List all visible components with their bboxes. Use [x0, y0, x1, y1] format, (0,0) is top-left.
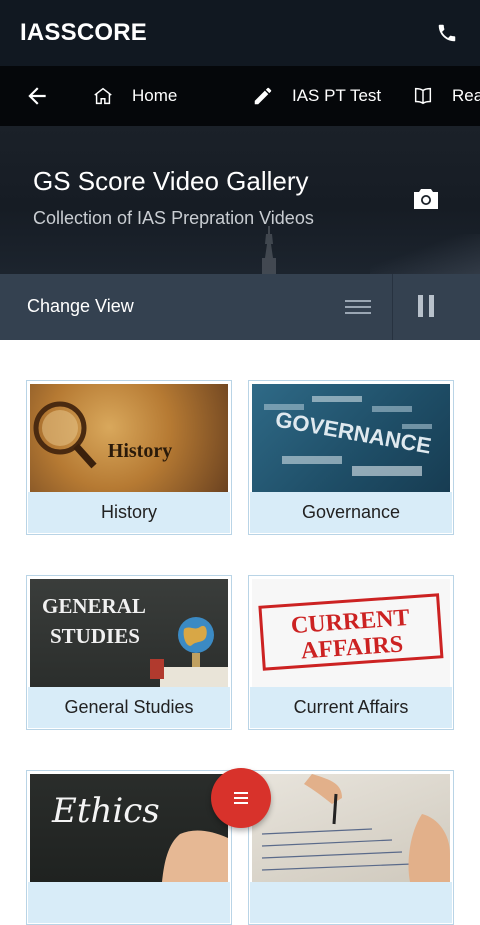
thumb-text: History	[108, 440, 172, 462]
menu-fab-button[interactable]	[211, 768, 271, 828]
card-thumbnail	[252, 774, 450, 882]
divider	[392, 274, 393, 340]
category-card-writing[interactable]	[248, 770, 454, 925]
thumb-text: STUDIES	[50, 624, 140, 648]
card-label: General Studies	[28, 687, 230, 728]
pencil-icon	[254, 87, 272, 105]
card-label	[28, 882, 230, 923]
card-thumbnail: GOVERNANCE	[252, 384, 450, 492]
category-card-ethics[interactable]: Ethics	[26, 770, 232, 925]
category-card-history[interactable]: History History	[26, 380, 232, 535]
change-view-label: Change View	[27, 296, 134, 316]
category-card-governance[interactable]: GOVERNANCE Governance	[248, 380, 454, 535]
page-subtitle: Collection of IAS Prepration Videos	[33, 208, 314, 228]
thumb-text: GENERAL	[42, 594, 146, 618]
nav-item-home[interactable]: Home	[92, 66, 177, 126]
grid-view-icon[interactable]	[418, 295, 434, 317]
phone-icon[interactable]	[434, 20, 460, 46]
list-view-icon[interactable]	[345, 294, 371, 320]
tower-silhouette-icon	[262, 226, 276, 274]
nav-item-label: Rea	[452, 86, 480, 105]
nav-item-read[interactable]: Rea	[412, 66, 480, 126]
change-view-bar: Change View	[0, 274, 480, 340]
card-label: Governance	[250, 492, 452, 533]
card-thumbnail: GENERAL STUDIES	[30, 579, 228, 687]
gallery-header: GS Score Video Gallery Collection of IAS…	[0, 126, 480, 274]
page-title: GS Score Video Gallery	[33, 166, 309, 196]
card-label: Current Affairs	[250, 687, 452, 728]
header-background-decoration	[370, 234, 480, 274]
card-label	[250, 882, 452, 923]
card-thumbnail: Ethics	[30, 774, 228, 882]
category-card-current-affairs[interactable]: CURRENT AFFAIRS Current Affairs	[248, 575, 454, 730]
brand-logo[interactable]: IASSCORE	[20, 19, 147, 47]
book-icon	[414, 87, 432, 105]
top-nav: Home IAS PT Test Rea	[0, 66, 480, 126]
card-thumbnail: History	[30, 384, 228, 492]
category-card-general-studies[interactable]: GENERAL STUDIES General Studies	[26, 575, 232, 730]
nav-item-label: Home	[132, 86, 178, 105]
nav-item-label: IAS PT Test	[292, 86, 382, 105]
thumb-text: Ethics	[51, 791, 160, 831]
camera-icon[interactable]	[412, 186, 440, 212]
back-arrow-icon[interactable]	[24, 83, 50, 109]
thumb-text: GOVERNANCE	[273, 407, 433, 459]
app-bar: IASSCORE	[0, 0, 480, 66]
card-label: History	[28, 492, 230, 533]
card-thumbnail: CURRENT AFFAIRS	[252, 579, 450, 687]
home-icon	[94, 87, 112, 105]
nav-item-ias-pt-test[interactable]: IAS PT Test	[252, 66, 381, 126]
